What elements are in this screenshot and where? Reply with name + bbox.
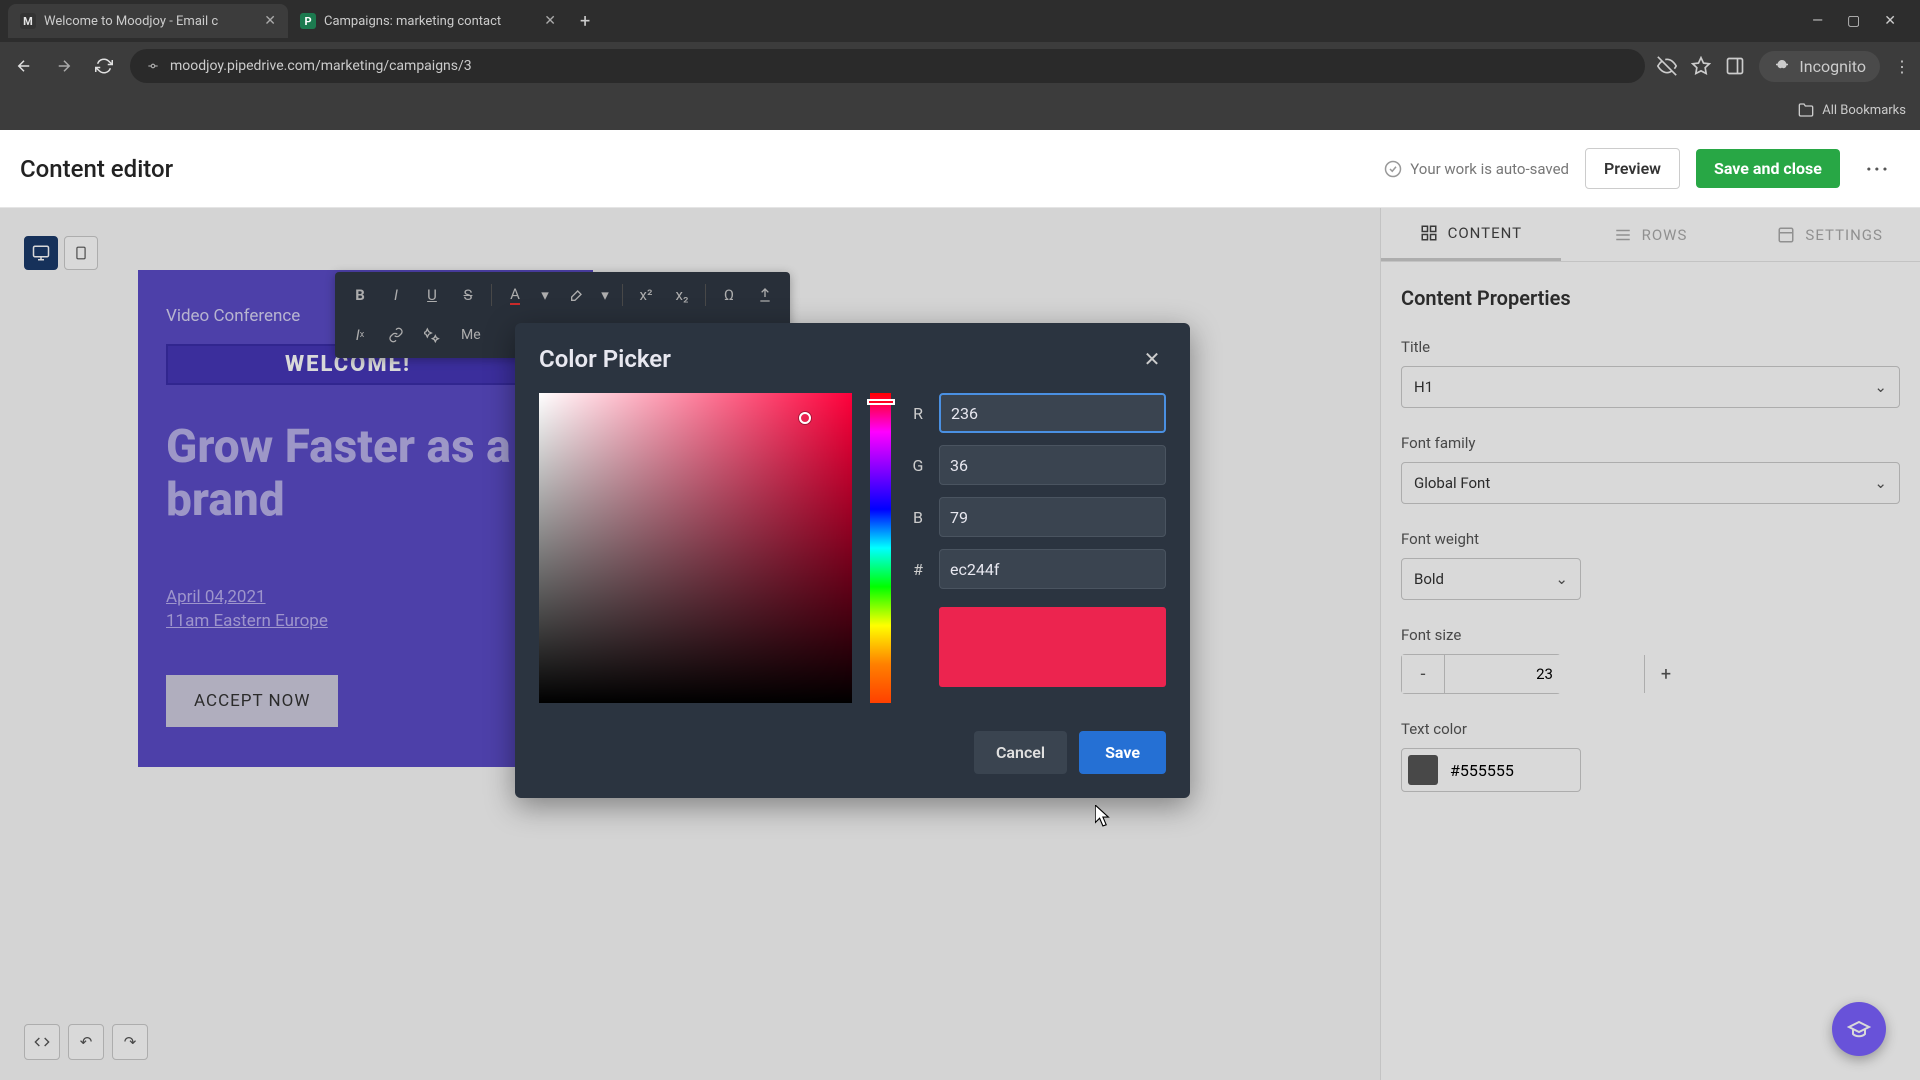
saturation-cursor[interactable] — [799, 412, 811, 424]
incognito-label: Incognito — [1799, 57, 1866, 76]
url-text: moodjoy.pipedrive.com/marketing/campaign… — [170, 58, 1629, 74]
save-button[interactable]: Save — [1079, 731, 1166, 774]
side-panel-icon[interactable] — [1725, 56, 1745, 76]
back-button[interactable] — [10, 52, 38, 80]
hex-input[interactable] — [939, 549, 1166, 589]
bookmarks-bar: All Bookmarks — [0, 90, 1920, 130]
preview-button[interactable]: Preview — [1585, 148, 1680, 189]
incognito-icon — [1773, 57, 1791, 75]
color-picker-modal: Color Picker ✕ R G — [515, 323, 1190, 798]
tab-title-1: Welcome to Moodjoy - Email c — [44, 14, 256, 29]
color-preview-swatch — [939, 607, 1166, 687]
hex-label: # — [909, 560, 927, 579]
autosave-status: Your work is auto-saved — [1384, 160, 1569, 178]
browser-tab-1[interactable]: M Welcome to Moodjoy - Email c ✕ — [8, 4, 288, 38]
all-bookmarks-link[interactable]: All Bookmarks — [1822, 103, 1906, 118]
hue-slider[interactable] — [870, 393, 891, 703]
minimize-button[interactable]: — — [1812, 13, 1823, 29]
r-label: R — [909, 404, 927, 423]
url-bar[interactable]: moodjoy.pipedrive.com/marketing/campaign… — [130, 49, 1645, 83]
toolbar-icons: Incognito ⋮ — [1657, 51, 1910, 82]
close-window-button[interactable]: ✕ — [1884, 13, 1896, 29]
forward-button[interactable] — [50, 52, 78, 80]
new-tab-button[interactable]: + — [568, 11, 602, 32]
favicon-1: M — [20, 13, 36, 29]
modal-close-button[interactable]: ✕ — [1138, 345, 1166, 373]
reload-button[interactable] — [90, 52, 118, 80]
b-input[interactable] — [939, 497, 1166, 537]
g-input[interactable] — [939, 445, 1166, 485]
g-label: G — [909, 456, 927, 475]
save-and-close-button[interactable]: Save and close — [1696, 149, 1840, 188]
r-input[interactable] — [939, 393, 1166, 433]
app-header: Content editor Your work is auto-saved P… — [0, 130, 1920, 208]
saturation-field[interactable] — [539, 393, 852, 703]
favicon-2: P — [300, 13, 316, 29]
tab-close-2[interactable]: ✕ — [544, 13, 556, 29]
browser-tab-2[interactable]: P Campaigns: marketing contact ✕ — [288, 4, 568, 38]
browser-toolbar: moodjoy.pipedrive.com/marketing/campaign… — [0, 42, 1920, 90]
site-info-icon[interactable] — [146, 59, 160, 73]
cancel-button[interactable]: Cancel — [974, 731, 1067, 774]
tab-strip: M Welcome to Moodjoy - Email c ✕ P Campa… — [0, 0, 1920, 42]
maximize-button[interactable]: ▢ — [1847, 13, 1860, 29]
more-menu-button[interactable]: ··· — [1856, 157, 1900, 181]
autosave-label: Your work is auto-saved — [1410, 160, 1569, 178]
browser-menu-icon[interactable]: ⋮ — [1894, 57, 1910, 76]
app-body: B I U S A ▾ ▾ x² x₂ Ω — [0, 208, 1920, 1080]
tab-close-1[interactable]: ✕ — [264, 13, 276, 29]
check-icon — [1384, 160, 1402, 178]
hue-cursor[interactable] — [867, 399, 895, 405]
value-column: R G B # — [909, 393, 1166, 703]
page-title: Content editor — [20, 155, 173, 183]
window-controls: — ▢ ✕ — [1812, 13, 1912, 29]
incognito-badge[interactable]: Incognito — [1759, 51, 1880, 82]
b-label: B — [909, 508, 927, 527]
app-area: Content editor Your work is auto-saved P… — [0, 130, 1920, 1080]
tab-title-2: Campaigns: marketing contact — [324, 14, 536, 29]
bookmark-star-icon[interactable] — [1691, 56, 1711, 76]
folder-icon — [1798, 102, 1814, 118]
tracking-icon[interactable] — [1657, 56, 1677, 76]
modal-title: Color Picker — [539, 345, 671, 373]
browser-chrome: M Welcome to Moodjoy - Email c ✕ P Campa… — [0, 0, 1920, 130]
